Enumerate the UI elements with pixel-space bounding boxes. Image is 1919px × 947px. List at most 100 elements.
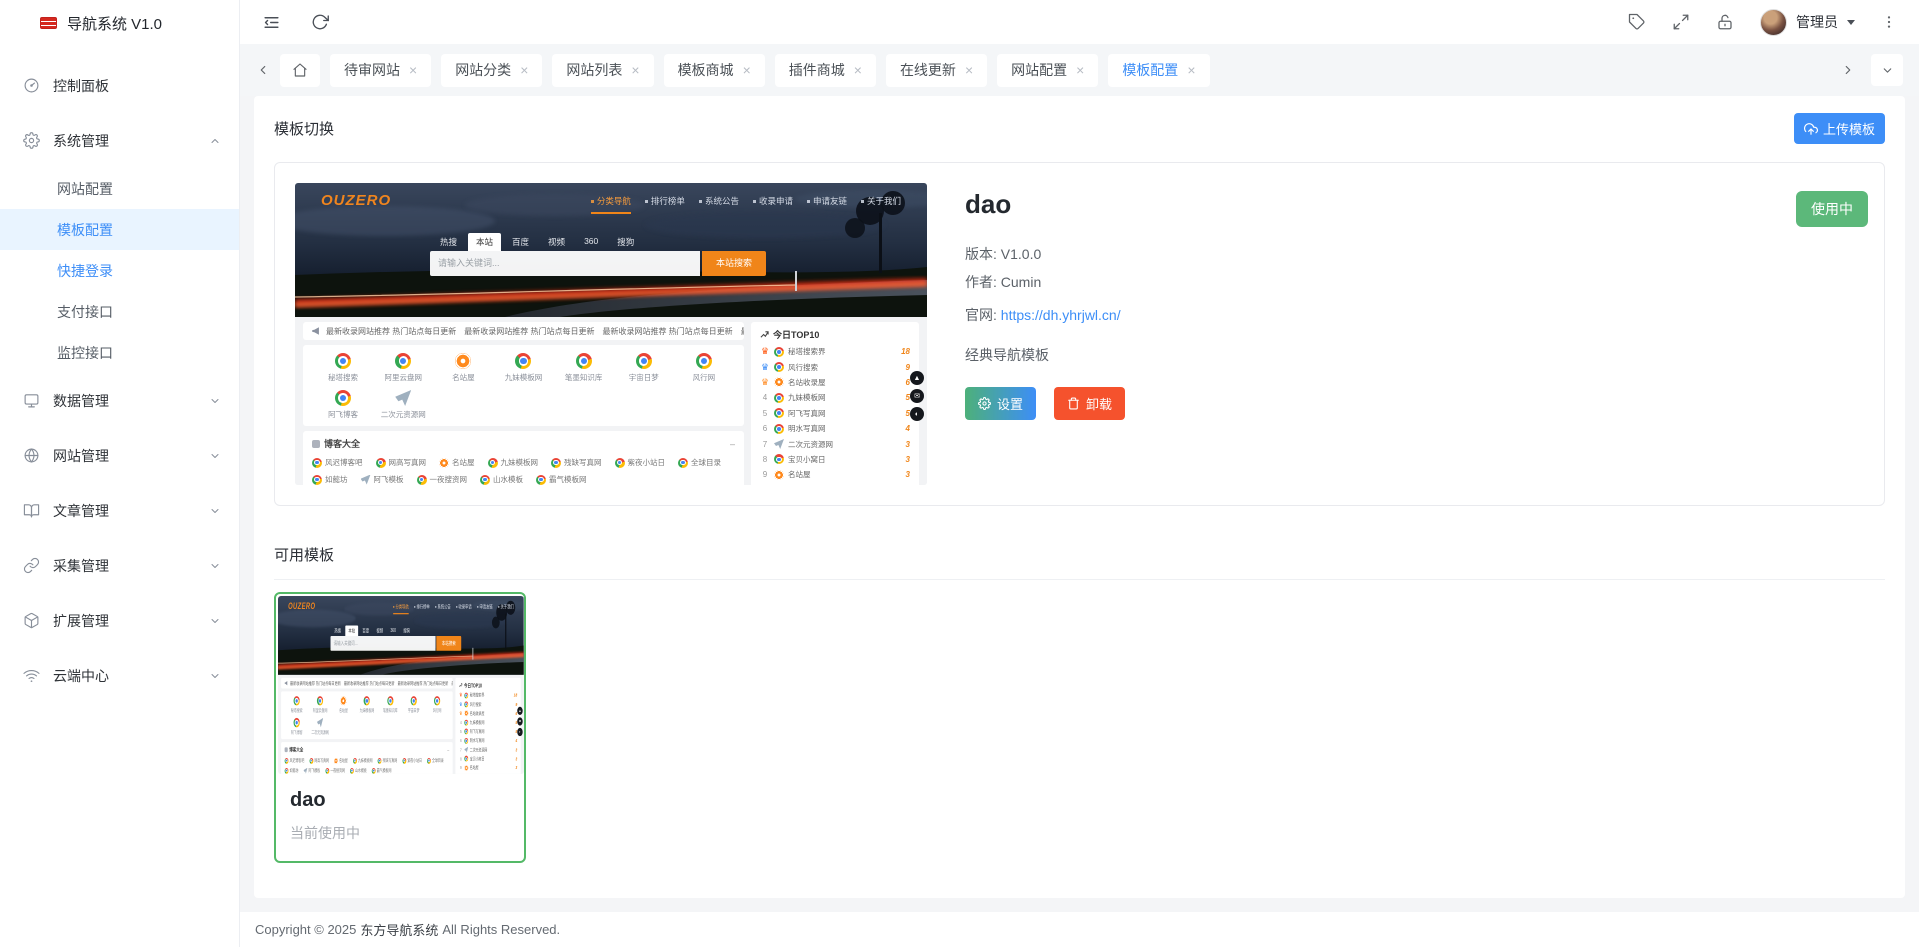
sidebar-item-collect[interactable]: 采集管理 — [0, 538, 239, 593]
preview-top10-row[interactable]: 4九妹模板网5 — [760, 390, 910, 405]
preview-top10-row[interactable]: 9名站屋3 — [760, 467, 910, 482]
available-template-card[interactable]: OUZERO 分类导航排行榜单系统公告收录申请申请友链关于我们 热搜本站百度视频… — [274, 592, 526, 863]
preview-blog-item[interactable]: 阿飞模板 — [361, 474, 404, 485]
preview-blog-item[interactable]: 如懿坊 — [285, 767, 299, 773]
preview-nav-link[interactable]: 关于我们 — [861, 195, 901, 207]
sidebar-subitem-site-config[interactable]: 网站配置 — [0, 168, 239, 209]
preview-top10-row[interactable]: 4九妹模板网5 — [459, 718, 517, 727]
more-vertical-icon[interactable] — [1881, 14, 1897, 30]
tab-item[interactable]: 网站配置× — [997, 54, 1098, 87]
fab-mail-icon[interactable]: ✉ — [517, 717, 522, 725]
fab-theme-icon[interactable]: ◐ — [910, 407, 924, 421]
preview-blog-item[interactable]: 紫夜小站日 — [402, 757, 422, 763]
preview-blog-item[interactable]: 一夜搜资网 — [417, 474, 468, 485]
preview-top10-row[interactable]: ♛秘塔搜索界18 — [459, 691, 517, 700]
preview-nav-link[interactable]: 申请友链 — [807, 195, 847, 207]
tab-close-icon[interactable]: × — [1076, 62, 1084, 78]
preview-top10-row[interactable]: ♛名站收录屋6 — [760, 375, 910, 390]
tab-close-icon[interactable]: × — [743, 62, 751, 78]
preview-blog-item[interactable]: 名站屋 — [439, 457, 475, 468]
preview-search-tab[interactable]: 热搜 — [432, 233, 465, 251]
preview-top10-row[interactable]: 7二次元资源网3 — [760, 436, 910, 451]
preview-blog-item[interactable]: 紫夜小站日 — [615, 457, 666, 468]
uninstall-button[interactable]: 卸载 — [1054, 387, 1125, 420]
preview-top10-row[interactable]: 8宝贝小窝日3 — [760, 452, 910, 467]
sidebar-subitem-quick-login[interactable]: 快捷登录 — [0, 250, 239, 291]
upload-template-button[interactable]: 上传模板 — [1794, 113, 1885, 144]
preview-app-item[interactable]: 阿飞博客 — [285, 718, 308, 736]
preview-top10-row[interactable]: ♛风行搜索9 — [459, 700, 517, 709]
fab-top-icon[interactable]: ▲ — [910, 371, 924, 385]
preview-app-item[interactable]: 宇宙日梦 — [614, 353, 674, 383]
preview-app-item[interactable]: 名站屋 — [433, 353, 493, 383]
tab-item[interactable]: 待审网站× — [330, 54, 431, 87]
preview-blog-item[interactable]: 山水模板 — [350, 767, 367, 773]
fab-mail-icon[interactable]: ✉ — [910, 389, 924, 403]
preview-app-item[interactable]: 九妹模板网 — [493, 353, 553, 383]
preview-nav-link[interactable]: 排行榜单 — [645, 195, 685, 207]
preview-blog-item[interactable]: 一夜搜资网 — [325, 767, 345, 773]
preview-app-item[interactable]: 二次元资源网 — [373, 390, 433, 420]
preview-blog-item[interactable]: 残缺写真网 — [551, 457, 602, 468]
preview-top10-row[interactable]: ♛名站收录屋6 — [459, 709, 517, 718]
preview-search-tab[interactable]: 本站 — [468, 233, 501, 251]
preview-top10-row[interactable]: ♛风行搜索9 — [760, 359, 910, 374]
fab-theme-icon[interactable]: ◐ — [517, 728, 522, 736]
preview-blog-item[interactable]: 残缺写真网 — [378, 757, 398, 763]
tab-item[interactable]: 网站分类× — [441, 54, 542, 87]
tag-icon[interactable] — [1628, 13, 1646, 31]
sidebar-item-extend[interactable]: 扩展管理 — [0, 593, 239, 648]
preview-top10-row[interactable]: ♛秘塔搜索界18 — [760, 344, 910, 359]
settings-button[interactable]: 设置 — [965, 387, 1036, 420]
tab-close-icon[interactable]: × — [854, 62, 862, 78]
user-menu[interactable]: 管理员 — [1760, 9, 1855, 36]
fab-top-icon[interactable]: ▲ — [517, 707, 522, 715]
preview-blog-item[interactable]: 九妹模板网 — [353, 757, 373, 763]
preview-blog-item[interactable]: 网高写真网 — [376, 457, 427, 468]
tab-item[interactable]: 网站列表× — [552, 54, 653, 87]
fullscreen-icon[interactable] — [1672, 13, 1690, 31]
preview-nav-link[interactable]: 申请友链 — [477, 603, 493, 610]
preview-nav-link[interactable]: 排行榜单 — [414, 603, 430, 610]
template-site-link[interactable]: https://dh.yhrjwl.cn/ — [1001, 307, 1121, 323]
preview-blog-item[interactable]: 名站屋 — [334, 757, 348, 763]
sidebar-subitem-template-config[interactable]: 模板配置 — [0, 209, 239, 250]
sidebar-item-website[interactable]: 网站管理 — [0, 428, 239, 483]
tab-close-icon[interactable]: × — [520, 62, 528, 78]
preview-blog-item[interactable]: 霸气模板网 — [372, 767, 392, 773]
preview-top10-row[interactable]: 6明水写真网4 — [760, 421, 910, 436]
preview-search-tab[interactable]: 热搜 — [331, 625, 344, 636]
preview-nav-link[interactable]: 系统公告 — [435, 603, 451, 610]
preview-top10-row[interactable]: 5阿飞写真网5 — [760, 406, 910, 421]
preview-blog-item[interactable]: 风迟博客吧 — [312, 457, 363, 468]
preview-nav-link[interactable]: 关于我们 — [498, 603, 514, 610]
preview-blog-item[interactable]: 网高写真网 — [309, 757, 329, 763]
preview-blog-item[interactable]: 阿飞模板 — [303, 767, 320, 773]
tab-close-icon[interactable]: × — [409, 62, 417, 78]
preview-app-item[interactable]: 名站屋 — [332, 696, 355, 714]
preview-search-tab[interactable]: 搜狗 — [609, 233, 642, 251]
preview-app-item[interactable]: 笔墨知识库 — [379, 696, 402, 714]
preview-search-input[interactable]: 请输入关键词... — [430, 251, 700, 276]
preview-blog-item[interactable]: 如懿坊 — [312, 474, 348, 485]
preview-app-item[interactable]: 秘塔搜索 — [313, 353, 373, 383]
preview-search-tab[interactable]: 360 — [387, 625, 399, 636]
tab-item[interactable]: 模板商城× — [664, 54, 765, 87]
preview-top10-row[interactable]: 6明水写真网4 — [459, 736, 517, 745]
preview-app-item[interactable]: 九妹模板网 — [355, 696, 378, 714]
preview-search-button[interactable]: 本站搜索 — [436, 636, 461, 651]
preview-search-input[interactable]: 请输入关键词... — [331, 636, 436, 651]
preview-app-item[interactable]: 笔墨知识库 — [554, 353, 614, 383]
preview-blog-item[interactable]: 九妹模板网 — [488, 457, 539, 468]
preview-top10-row[interactable]: 7二次元资源网3 — [459, 745, 517, 754]
sidebar-item-dashboard[interactable]: 控制面板 — [0, 58, 239, 113]
preview-search-tab[interactable]: 搜狗 — [400, 625, 413, 636]
preview-nav-link[interactable]: 收录申请 — [753, 195, 793, 207]
preview-search-tab[interactable]: 百度 — [504, 233, 537, 251]
preview-app-item[interactable]: 阿里云盘网 — [373, 353, 433, 383]
preview-app-item[interactable]: 风行网 — [425, 696, 448, 714]
preview-search-tab[interactable]: 视频 — [373, 625, 386, 636]
tab-close-icon[interactable]: × — [1187, 62, 1195, 78]
preview-nav-link[interactable]: 分类导航 — [393, 603, 409, 610]
preview-app-item[interactable]: 秘塔搜索 — [285, 696, 308, 714]
